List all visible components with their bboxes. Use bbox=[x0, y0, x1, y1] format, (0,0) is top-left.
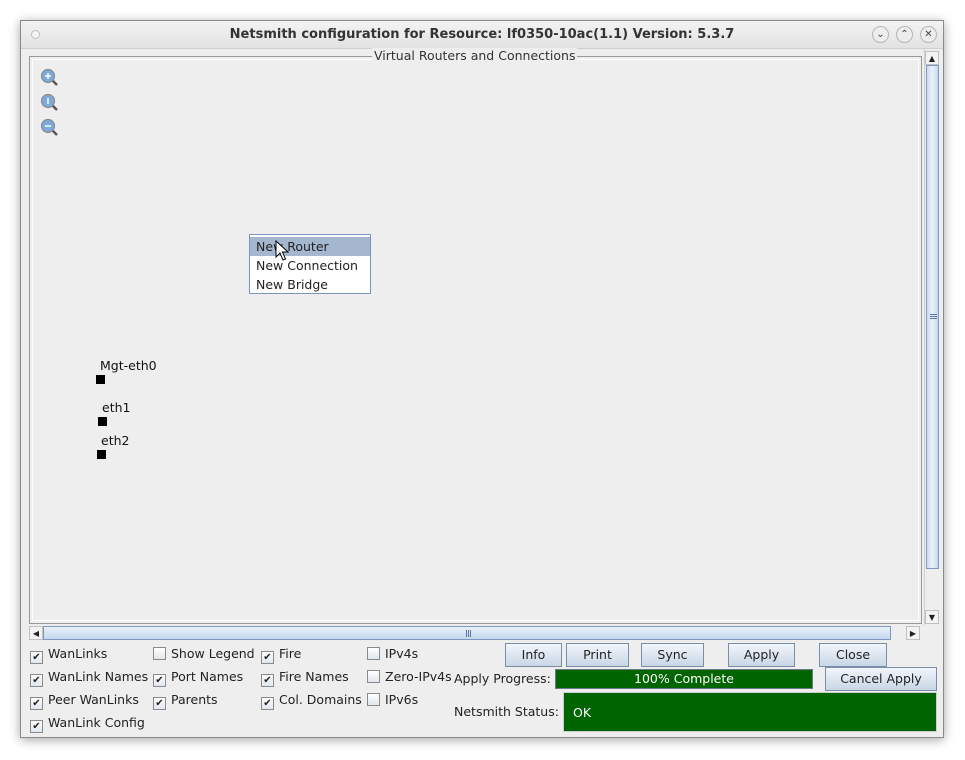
scroll-right-button[interactable]: ▶ bbox=[906, 626, 920, 640]
chevron-up-icon: ⌃ bbox=[900, 29, 909, 40]
scroll-up-button[interactable]: ▲ bbox=[925, 51, 939, 65]
checkbox-box[interactable] bbox=[367, 693, 380, 706]
maximize-button[interactable]: ⌃ bbox=[896, 26, 913, 43]
checkbox-checked-icon[interactable]: ✔ bbox=[261, 651, 274, 664]
cancel-apply-button[interactable]: Cancel Apply bbox=[825, 667, 937, 691]
vertical-scrollbar[interactable]: ▲ ▼ bbox=[924, 49, 939, 625]
window-title: Netsmith configuration for Resource: lf0… bbox=[229, 27, 735, 42]
checkbox-box[interactable] bbox=[367, 647, 380, 660]
checkbox-wanlink-config[interactable]: ✔ WanLink Config bbox=[30, 714, 145, 733]
arrow-down-icon: ▼ bbox=[928, 613, 936, 622]
checkbox-port-names[interactable]: ✔ Port Names bbox=[153, 668, 243, 687]
checkbox-ipv6s[interactable]: IPv6s bbox=[367, 691, 418, 709]
info-button[interactable]: Info bbox=[505, 643, 562, 667]
checkbox-ipv4s[interactable]: IPv4s bbox=[367, 645, 418, 663]
port-node[interactable] bbox=[96, 375, 105, 384]
minimize-button[interactable]: ⌄ bbox=[872, 26, 889, 43]
apply-button[interactable]: Apply bbox=[728, 643, 795, 667]
checkbox-fire[interactable]: ✔ Fire bbox=[261, 645, 301, 664]
checkbox-checked-icon[interactable]: ✔ bbox=[261, 697, 274, 710]
checkbox-checked-icon[interactable]: ✔ bbox=[261, 674, 274, 687]
port-label: Mgt-eth0 bbox=[100, 358, 157, 373]
checkbox-checked-icon[interactable]: ✔ bbox=[153, 674, 166, 687]
group-title: Virtual Routers and Connections bbox=[372, 48, 578, 63]
checkbox-checked-icon[interactable]: ✔ bbox=[30, 720, 43, 733]
checkbox-show-legend[interactable]: Show Legend bbox=[153, 645, 255, 663]
port-label: eth1 bbox=[102, 400, 131, 415]
menu-item-new-connection[interactable]: New Connection bbox=[250, 256, 370, 275]
checkbox-checked-icon[interactable]: ✔ bbox=[30, 697, 43, 710]
horizontal-scroll-thumb[interactable] bbox=[43, 626, 891, 640]
netsmith-status-value: OK bbox=[563, 692, 937, 732]
menu-item-new-router[interactable]: New Router bbox=[250, 237, 370, 256]
zoom-out-icon[interactable] bbox=[40, 118, 60, 138]
checkbox-box[interactable] bbox=[367, 670, 380, 683]
port-node[interactable] bbox=[98, 417, 107, 426]
checkbox-wanlink-names[interactable]: ✔ WanLink Names bbox=[30, 668, 148, 687]
checkbox-wanlinks[interactable]: ✔ WanLinks bbox=[30, 645, 107, 664]
vertical-scroll-thumb[interactable] bbox=[926, 65, 939, 569]
horizontal-scrollbar[interactable]: ◀ ▶ bbox=[29, 626, 922, 640]
checkbox-checked-icon[interactable]: ✔ bbox=[153, 697, 166, 710]
checkbox-checked-icon[interactable]: ✔ bbox=[30, 651, 43, 664]
zoom-in-icon[interactable] bbox=[40, 68, 60, 88]
apply-progress-bar: 100% Complete bbox=[555, 669, 813, 689]
chevron-down-icon: ⌄ bbox=[876, 29, 885, 40]
checkbox-parents[interactable]: ✔ Parents bbox=[153, 691, 218, 710]
checkbox-col-domains[interactable]: ✔ Col. Domains bbox=[261, 691, 362, 710]
arrow-right-icon: ▶ bbox=[909, 629, 917, 638]
checkbox-box[interactable] bbox=[153, 647, 166, 660]
menu-item-new-bridge[interactable]: New Bridge bbox=[250, 275, 370, 294]
close-button[interactable]: Close bbox=[819, 643, 887, 667]
netsmith-status-label: Netsmith Status: bbox=[454, 704, 559, 719]
checkbox-fire-names[interactable]: ✔ Fire Names bbox=[261, 668, 349, 687]
mouse-cursor-icon bbox=[275, 240, 289, 261]
arrow-left-icon: ◀ bbox=[32, 629, 40, 638]
checkbox-zero-ipv4s[interactable]: Zero-IPv4s bbox=[367, 668, 452, 686]
netsmith-window: Netsmith configuration for Resource: lf0… bbox=[20, 20, 944, 738]
canvas-context-menu: New Router New Connection New Bridge bbox=[249, 234, 371, 294]
scroll-left-button[interactable]: ◀ bbox=[29, 626, 43, 640]
port-label: eth2 bbox=[101, 433, 130, 448]
apply-progress-label: Apply Progress: bbox=[454, 671, 551, 686]
scroll-down-button[interactable]: ▼ bbox=[925, 610, 939, 624]
close-icon: ✕ bbox=[924, 29, 933, 40]
zoom-reset-icon[interactable] bbox=[40, 93, 60, 113]
close-window-button[interactable]: ✕ bbox=[920, 26, 937, 43]
port-node[interactable] bbox=[97, 450, 106, 459]
checkbox-checked-icon[interactable]: ✔ bbox=[30, 674, 43, 687]
sync-button[interactable]: Sync bbox=[641, 643, 704, 667]
checkbox-peer-wanlinks[interactable]: ✔ Peer WanLinks bbox=[30, 691, 139, 710]
arrow-up-icon: ▲ bbox=[928, 54, 936, 63]
print-button[interactable]: Print bbox=[566, 643, 629, 667]
router-canvas[interactable]: Virtual Routers and Connections Mgt-eth0… bbox=[29, 48, 922, 624]
title-bar: Netsmith configuration for Resource: lf0… bbox=[21, 21, 943, 49]
